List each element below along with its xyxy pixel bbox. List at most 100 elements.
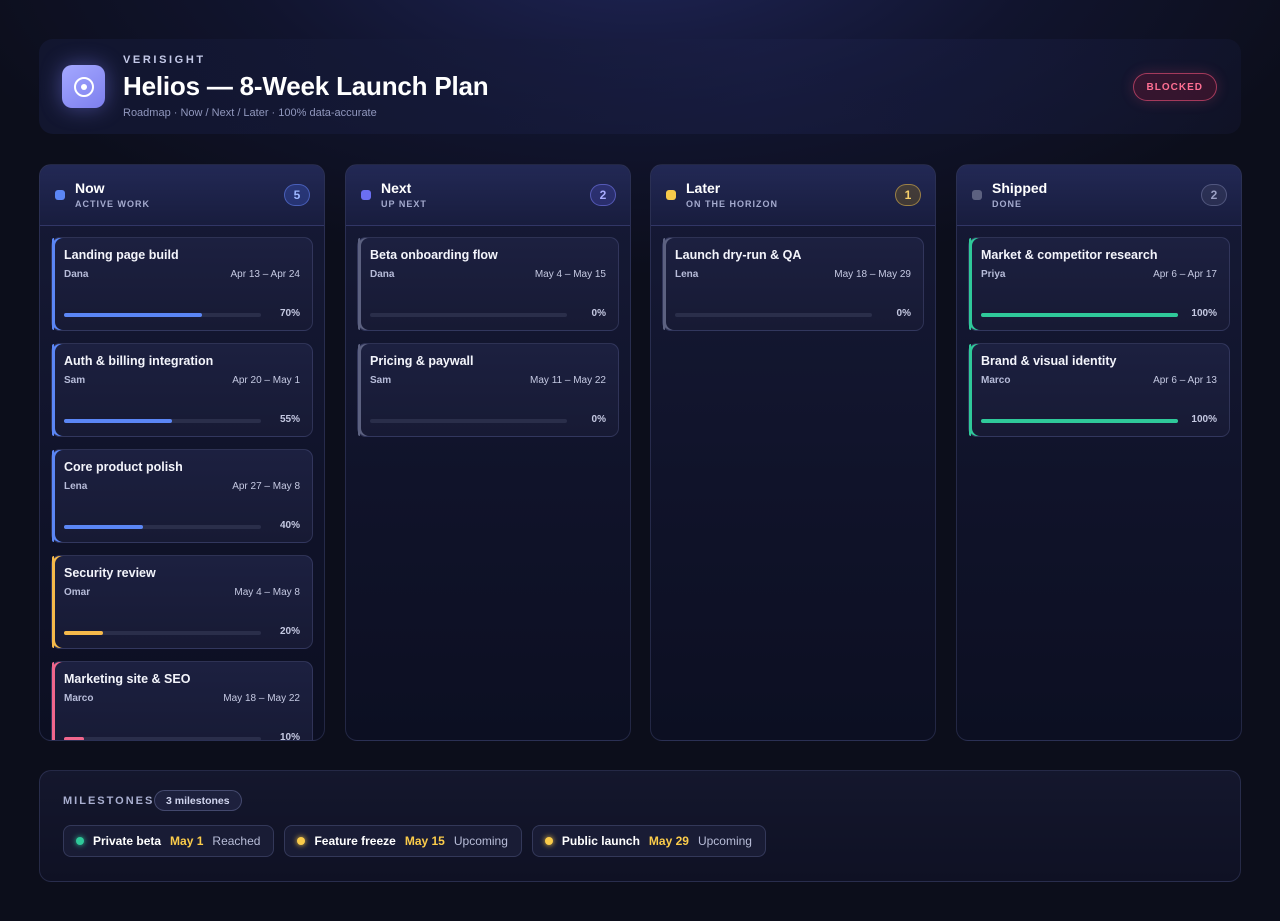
progress-track [981, 313, 1178, 317]
progress-percent: 10% [279, 732, 300, 740]
task-owner: Dana [370, 269, 395, 280]
progress-fill [981, 313, 1178, 317]
progress-percent: 0% [896, 308, 911, 319]
target-icon [62, 65, 105, 108]
task-card[interactable]: Marketing site & SEO Marco May 18 – May 22… [51, 661, 313, 740]
task-title: Marketing site & SEO [64, 672, 191, 686]
progress-percent: 0% [591, 414, 606, 425]
milestone-name: Public launch [561, 834, 640, 848]
milestones-list: Private beta May 1 Reached Feature freeze Ma… [63, 825, 766, 857]
progress-fill [64, 419, 173, 423]
column-count-badge: 2 [1201, 184, 1227, 206]
task-owner: Priya [981, 269, 1006, 280]
column-next: Next UP NEXT 2 Beta onboarding flow Dana May … [345, 164, 631, 741]
milestone-status: Reached [212, 834, 261, 848]
task-title: Auth & billing integration [64, 354, 214, 368]
column-header: Shipped DONE 2 [957, 165, 1241, 226]
progress-track [370, 313, 567, 317]
task-card[interactable]: Landing page build Dana Apr 13 – Apr 24 70% [51, 237, 313, 331]
task-title: Market & competitor research [981, 248, 1158, 262]
task-owner: Lena [675, 269, 699, 280]
progress-fill [64, 631, 104, 635]
column-subtitle: UP NEXT [381, 199, 427, 209]
milestone-name: Feature freeze [314, 834, 396, 848]
page-title: Helios — 8-Week Launch Plan [123, 71, 489, 101]
progress-percent: 70% [279, 308, 300, 319]
card-list: Market & competitor research Priya Apr 6 –… [968, 237, 1230, 740]
task-title: Security review [64, 566, 156, 580]
task-owner: Sam [370, 375, 392, 386]
column-header: Now ACTIVE WORK 5 [40, 165, 324, 226]
column-status-dot [972, 190, 982, 200]
task-card[interactable]: Core product polish Lena Apr 27 – May 8 40% [51, 449, 313, 543]
task-card[interactable]: Pricing & paywall Sam May 11 – May 22 0% [357, 343, 619, 437]
progress-fill [981, 419, 1178, 423]
task-dates: May 4 – May 15 [534, 269, 606, 280]
task-card[interactable]: Market & competitor research Priya Apr 6 –… [968, 237, 1230, 331]
progress-fill [64, 737, 84, 740]
progress-percent: 100% [1191, 414, 1217, 425]
task-dates: May 18 – May 22 [223, 693, 300, 704]
progress-percent: 55% [279, 414, 300, 425]
card-list: Launch dry-run & QA Lena May 18 – May 29 0% [662, 237, 924, 740]
task-owner: Sam [64, 375, 86, 386]
column-title: Now [75, 180, 105, 196]
card-list: Landing page build Dana Apr 13 – Apr 24 70%… [51, 237, 313, 740]
task-card[interactable]: Launch dry-run & QA Lena May 18 – May 29 0% [662, 237, 924, 331]
status-badge[interactable]: BLOCKED [1132, 73, 1217, 101]
task-owner: Omar [64, 587, 91, 598]
task-title: Landing page build [64, 248, 179, 262]
column-subtitle: ACTIVE WORK [75, 199, 150, 209]
progress-track [64, 525, 261, 529]
progress-track [64, 313, 261, 317]
task-owner: Marco [981, 375, 1011, 386]
column-status-dot [55, 190, 65, 200]
column-header: Next UP NEXT 2 [346, 165, 630, 226]
milestone-pill[interactable]: Feature freeze May 15 Upcoming [284, 825, 522, 857]
column-subtitle: ON THE HORIZON [686, 199, 778, 209]
column-later: Later ON THE HORIZON 1 Launch dry-run & QA L… [650, 164, 936, 741]
task-owner: Marco [64, 693, 94, 704]
milestone-pill[interactable]: Private beta May 1 Reached [63, 825, 275, 857]
task-card[interactable]: Security review Omar May 4 – May 8 20% [51, 555, 313, 649]
task-title: Brand & visual identity [981, 354, 1117, 368]
task-owner: Lena [64, 481, 88, 492]
column-subtitle: DONE [992, 199, 1023, 209]
progress-fill [64, 313, 202, 317]
task-dates: Apr 6 – Apr 17 [1153, 269, 1217, 280]
progress-percent: 20% [279, 626, 300, 637]
column-now: Now ACTIVE WORK 5 Landing page build Dana Apr… [39, 164, 325, 741]
column-title: Next [381, 180, 412, 196]
task-dates: Apr 20 – May 1 [232, 375, 300, 386]
task-card[interactable]: Auth & billing integration Sam Apr 20 – Ma… [51, 343, 313, 437]
column-title: Shipped [992, 180, 1048, 196]
task-card[interactable]: Brand & visual identity Marco Apr 6 – Apr … [968, 343, 1230, 437]
progress-track [675, 313, 872, 317]
progress-track [64, 737, 261, 740]
card-list: Beta onboarding flow Dana May 4 – May 15 0%… [357, 237, 619, 740]
milestone-date: May 29 [648, 834, 689, 848]
task-dates: Apr 27 – May 8 [232, 481, 300, 492]
task-dates: May 4 – May 8 [234, 587, 300, 598]
task-title: Beta onboarding flow [370, 248, 498, 262]
task-owner: Dana [64, 269, 89, 280]
milestone-status-dot [544, 837, 553, 845]
column-header: Later ON THE HORIZON 1 [651, 165, 935, 226]
milestone-date: May 1 [170, 834, 204, 848]
milestone-status-dot [76, 837, 84, 845]
column-title: Later [686, 180, 721, 196]
column-status-dot [666, 190, 676, 200]
milestone-status: Upcoming [697, 834, 752, 848]
brand-name: VERISIGHT [123, 54, 206, 66]
milestones-count-badge: 3 milestones [154, 790, 242, 811]
milestone-pill[interactable]: Public launch May 29 Upcoming [531, 825, 766, 857]
progress-percent: 100% [1191, 308, 1217, 319]
task-card[interactable]: Beta onboarding flow Dana May 4 – May 15 0% [357, 237, 619, 331]
progress-percent: 40% [279, 520, 300, 531]
page-header: VERISIGHT Helios — 8-Week Launch Plan Ro… [39, 39, 1241, 134]
progress-percent: 0% [591, 308, 606, 319]
column-count-badge: 2 [590, 184, 616, 206]
milestones-panel: MILESTONES 3 milestones Private beta May … [39, 770, 1241, 882]
task-title: Launch dry-run & QA [675, 248, 802, 262]
milestone-status-dot [297, 837, 306, 845]
